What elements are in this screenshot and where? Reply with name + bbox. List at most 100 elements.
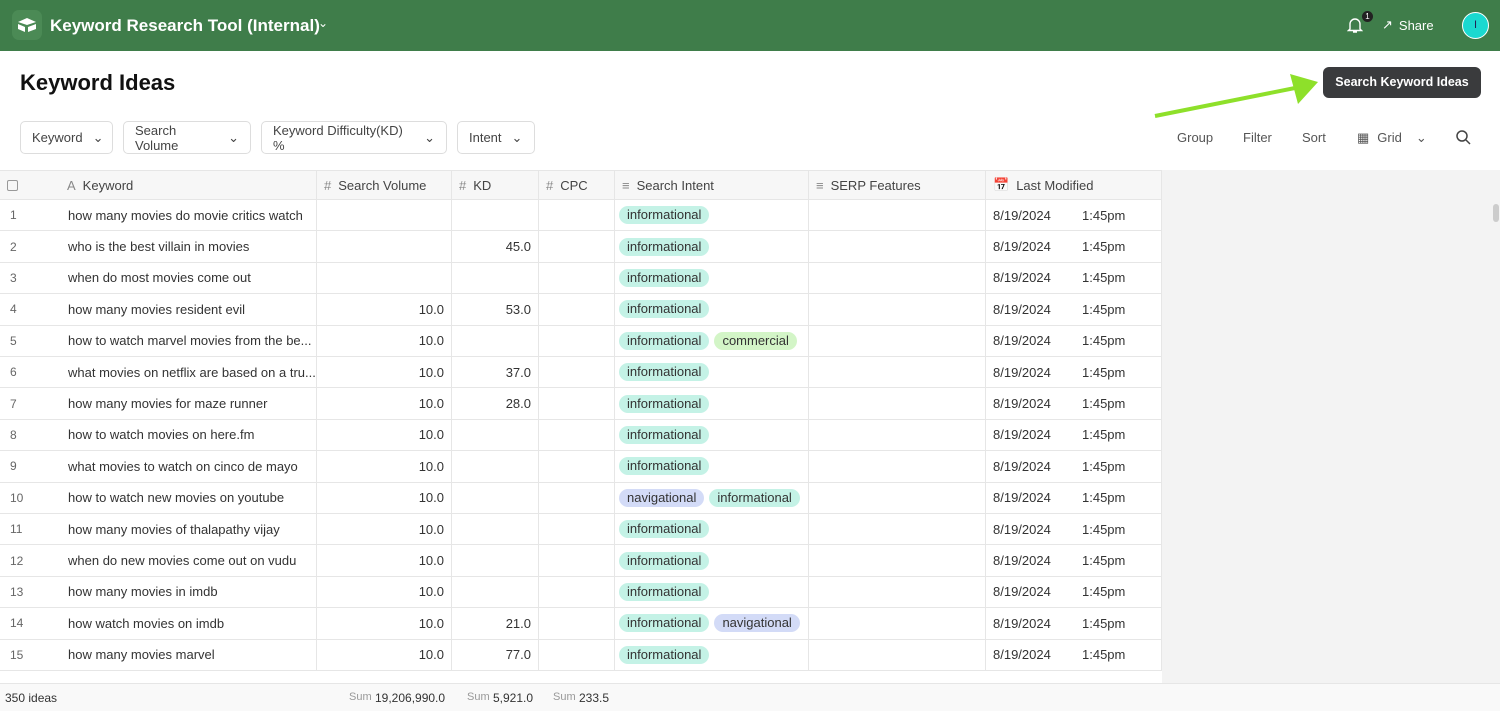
share-button[interactable]: ↗ Share [1382, 17, 1434, 33]
serp-features-cell[interactable] [809, 419, 986, 451]
table-row[interactable]: 14 how watch movies on imdb 10.0 21.0 in… [0, 608, 1162, 640]
search-volume-cell[interactable]: 10.0 [317, 294, 452, 325]
table-row[interactable]: 5 how to watch marvel movies from the be… [0, 325, 1162, 357]
serp-features-cell[interactable] [809, 388, 986, 419]
kd-cell[interactable]: 77.0 [452, 639, 539, 670]
chevron-down-icon[interactable]: ⌄ [318, 16, 328, 30]
search-volume-cell[interactable]: 10.0 [317, 357, 452, 388]
serp-features-cell[interactable] [809, 231, 986, 262]
filter-dropdown[interactable]: Intent ⌄ [457, 121, 535, 154]
filter-dropdown[interactable]: Keyword Difficulty(KD) % ⌄ [261, 121, 447, 154]
bell-icon[interactable] [1346, 16, 1364, 39]
last-modified-cell[interactable]: 8/19/2024 1:45pm [986, 639, 1162, 670]
serp-features-cell[interactable] [809, 325, 986, 356]
search-intent-cell[interactable]: informational [615, 294, 809, 325]
kd-cell[interactable] [452, 482, 539, 513]
select-all-checkbox[interactable] [0, 171, 60, 199]
column-header[interactable]: ≡ SERP Features [809, 171, 986, 199]
search-intent-cell[interactable]: informational navigational [615, 608, 809, 639]
vertical-scrollbar[interactable] [1493, 204, 1499, 222]
cpc-cell[interactable] [539, 419, 615, 451]
last-modified-cell[interactable]: 8/19/2024 1:45pm [986, 576, 1162, 608]
search-intent-cell[interactable]: informational [615, 451, 809, 482]
keyword-cell[interactable]: how many movies of thalapathy vijay [60, 514, 317, 545]
serp-features-cell[interactable] [809, 357, 986, 388]
kd-cell[interactable] [452, 325, 539, 356]
serp-features-cell[interactable] [809, 262, 986, 294]
group-button[interactable]: Group [1177, 130, 1213, 145]
app-title[interactable]: Keyword Research Tool (Internal) [50, 16, 320, 36]
filter-button[interactable]: Filter [1243, 130, 1272, 145]
kd-cell[interactable] [452, 200, 539, 231]
cpc-cell[interactable] [539, 262, 615, 294]
search-volume-cell[interactable]: 10.0 [317, 639, 452, 670]
kd-cell[interactable]: 21.0 [452, 608, 539, 639]
table-row[interactable]: 15 how many movies marvel 10.0 77.0 info… [0, 639, 1162, 671]
last-modified-cell[interactable]: 8/19/2024 1:45pm [986, 262, 1162, 294]
serp-features-cell[interactable] [809, 576, 986, 608]
search-icon[interactable] [1456, 130, 1471, 148]
cpc-cell[interactable] [539, 608, 615, 639]
search-volume-cell[interactable] [317, 231, 452, 262]
search-keyword-ideas-button[interactable]: Search Keyword Ideas [1323, 67, 1481, 98]
cpc-cell[interactable] [539, 357, 615, 388]
keyword-cell[interactable]: how to watch marvel movies from the be..… [60, 325, 317, 356]
table-row[interactable]: 9 what movies to watch on cinco de mayo … [0, 451, 1162, 483]
search-volume-cell[interactable]: 10.0 [317, 576, 452, 608]
keyword-cell[interactable]: how to watch movies on here.fm [60, 419, 317, 451]
kd-cell[interactable]: 37.0 [452, 357, 539, 388]
search-intent-cell[interactable]: informational [615, 200, 809, 231]
kd-cell[interactable]: 28.0 [452, 388, 539, 419]
search-intent-cell[interactable]: informational [615, 419, 809, 451]
keyword-cell[interactable]: how many movies resident evil [60, 294, 317, 325]
search-intent-cell[interactable]: informational [615, 545, 809, 576]
table-row[interactable]: 10 how to watch new movies on youtube 10… [0, 482, 1162, 514]
keyword-cell[interactable]: how many movies for maze runner [60, 388, 317, 419]
serp-features-cell[interactable] [809, 639, 986, 670]
last-modified-cell[interactable]: 8/19/2024 1:45pm [986, 514, 1162, 545]
keyword-cell[interactable]: how many movies do movie critics watch [60, 200, 317, 231]
avatar[interactable]: I [1462, 12, 1489, 39]
cpc-cell[interactable] [539, 576, 615, 608]
app-logo-icon[interactable] [12, 10, 42, 40]
cpc-cell[interactable] [539, 451, 615, 482]
search-volume-cell[interactable]: 10.0 [317, 608, 452, 639]
filter-dropdown[interactable]: Keyword ⌄ [20, 121, 113, 154]
search-intent-cell[interactable]: informational [615, 639, 809, 670]
keyword-cell[interactable]: when do most movies come out [60, 262, 317, 294]
cpc-cell[interactable] [539, 388, 615, 419]
search-volume-cell[interactable]: 10.0 [317, 419, 452, 451]
last-modified-cell[interactable]: 8/19/2024 1:45pm [986, 451, 1162, 482]
column-header[interactable]: # CPC [539, 171, 615, 199]
table-row[interactable]: 2 who is the best villain in movies 45.0… [0, 231, 1162, 263]
kd-cell[interactable] [452, 262, 539, 294]
column-header[interactable]: 📅 Last Modified [986, 171, 1162, 199]
search-volume-cell[interactable]: 10.0 [317, 545, 452, 576]
table-row[interactable]: 1 how many movies do movie critics watch… [0, 200, 1162, 232]
cpc-cell[interactable] [539, 294, 615, 325]
search-intent-cell[interactable]: informational [615, 388, 809, 419]
kd-cell[interactable] [452, 514, 539, 545]
keyword-cell[interactable]: how many movies marvel [60, 639, 317, 670]
cpc-cell[interactable] [539, 231, 615, 262]
last-modified-cell[interactable]: 8/19/2024 1:45pm [986, 357, 1162, 388]
search-intent-cell[interactable]: informational [615, 262, 809, 294]
search-volume-cell[interactable] [317, 262, 452, 294]
keyword-cell[interactable]: how watch movies on imdb [60, 608, 317, 639]
last-modified-cell[interactable]: 8/19/2024 1:45pm [986, 608, 1162, 639]
keyword-cell[interactable]: who is the best villain in movies [60, 231, 317, 262]
cpc-cell[interactable] [539, 200, 615, 231]
search-intent-cell[interactable]: informational [615, 357, 809, 388]
serp-features-cell[interactable] [809, 294, 986, 325]
last-modified-cell[interactable]: 8/19/2024 1:45pm [986, 388, 1162, 419]
last-modified-cell[interactable]: 8/19/2024 1:45pm [986, 294, 1162, 325]
kd-cell[interactable] [452, 576, 539, 608]
search-intent-cell[interactable]: navigational informational [615, 482, 809, 513]
kd-cell[interactable] [452, 545, 539, 576]
column-header[interactable]: # Search Volume [317, 171, 452, 199]
serp-features-cell[interactable] [809, 482, 986, 513]
table-row[interactable]: 11 how many movies of thalapathy vijay 1… [0, 514, 1162, 546]
keyword-cell[interactable]: how many movies in imdb [60, 576, 317, 608]
last-modified-cell[interactable]: 8/19/2024 1:45pm [986, 545, 1162, 576]
search-intent-cell[interactable]: informational [615, 514, 809, 545]
